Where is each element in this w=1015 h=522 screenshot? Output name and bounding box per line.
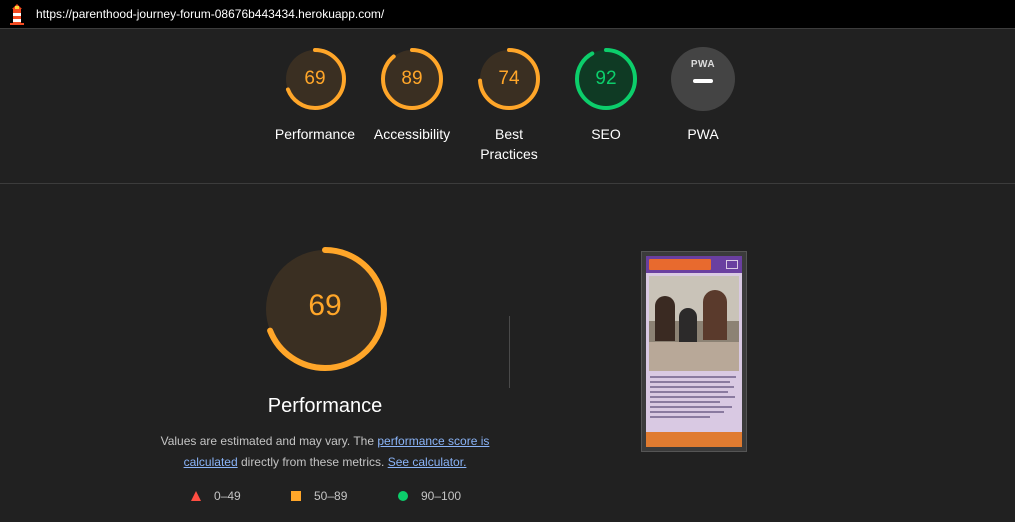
gauge-label: Best Practices: [480, 126, 538, 162]
gauge-label: Performance: [274, 126, 356, 142]
gauge-label: SEO: [591, 126, 621, 142]
performance-description: Values are estimated and may vary. The p…: [150, 431, 500, 473]
see-calculator-link[interactable]: See calculator.: [388, 455, 467, 469]
screenshot-header: [646, 256, 742, 273]
description-text: Values are estimated and may vary. The: [160, 434, 378, 448]
screenshot-brand-banner: [649, 259, 711, 270]
gauge-label: PWA: [687, 126, 719, 142]
gauge-score: 92: [595, 68, 617, 89]
performance-title: Performance: [267, 395, 383, 417]
description-text: directly from these metrics.: [237, 455, 388, 469]
pass-circle-icon: [398, 491, 408, 501]
legend-range: 50–89: [314, 489, 348, 503]
screenshot-menu-icon: [726, 260, 738, 269]
gauge-score: 69: [304, 68, 326, 89]
average-square-icon: [291, 491, 301, 501]
gauge-seo[interactable]: 92 SEO: [556, 47, 656, 144]
gauge-best-practices[interactable]: 74 Best Practices: [459, 47, 559, 164]
screenshot-footer: [646, 432, 742, 447]
gauge-score: 74: [498, 68, 520, 89]
pwa-dash-icon: [693, 79, 713, 83]
legend-range: 0–49: [214, 489, 241, 503]
section-divider: [0, 183, 1015, 184]
lighthouse-logo-icon: [10, 4, 24, 25]
pwa-badge-text: PWA: [690, 59, 716, 70]
legend-range: 90–100: [421, 489, 462, 503]
screenshot-image: [646, 256, 742, 447]
pwa-badge-icon: PWA: [671, 47, 735, 111]
gauge-accessibility[interactable]: 89 Accessibility: [362, 47, 462, 144]
screenshot-photo: [649, 276, 739, 371]
performance-score: 69: [308, 289, 342, 322]
vertical-divider: [509, 316, 510, 388]
screenshot-text-block: [650, 376, 738, 421]
fail-triangle-icon: [191, 491, 201, 501]
final-screenshot[interactable]: [641, 251, 747, 452]
gauge-score: 89: [401, 68, 423, 89]
gauge-performance[interactable]: 69 Performance: [265, 47, 365, 144]
score-gauges: 69 Performance 89 Accessibility 74 Best …: [0, 29, 1015, 184]
gauge-label: Accessibility: [373, 126, 451, 142]
page-url[interactable]: https://parenthood-journey-forum-08676b4…: [36, 7, 384, 21]
url-bar: https://parenthood-journey-forum-08676b4…: [0, 0, 1015, 29]
gauge-pwa[interactable]: PWA PWA: [653, 47, 753, 144]
